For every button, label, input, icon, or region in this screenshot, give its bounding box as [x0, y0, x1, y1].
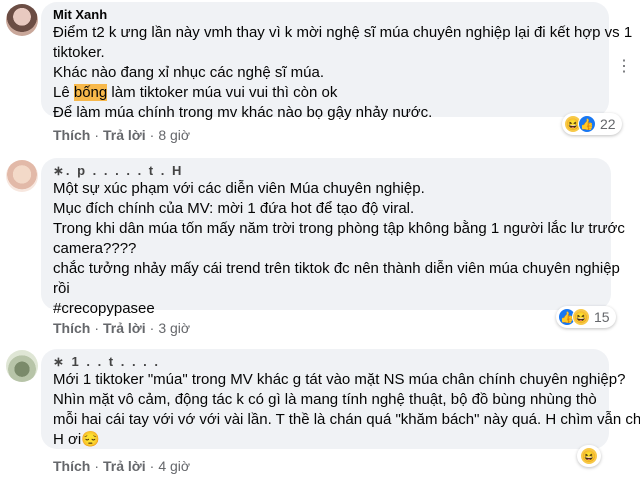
reaction-count: 15: [594, 309, 610, 325]
comment-line: Trong khi dân múa tốn mấy năm trời trong…: [53, 220, 625, 237]
comment-line: Nhìn mặt vô cảm, động tác k có gì là man…: [53, 391, 597, 408]
reply-link[interactable]: Trả lời: [103, 127, 146, 143]
comment-line: Một sự xúc phạm với các diễn viên Múa ch…: [53, 180, 425, 197]
comment-bubble: Mit Xanh Điểm t2 k ưng lần này vmh thay …: [41, 2, 632, 121]
reaction-count: 22: [600, 116, 616, 132]
reaction-summary[interactable]: 👍 😆 15: [556, 306, 616, 328]
like-link[interactable]: Thích: [53, 127, 90, 143]
like-reaction-icon: 👍: [578, 115, 596, 133]
comment-line: Mục đích chính của MV: mời 1 đứa hot để …: [53, 200, 415, 217]
hashtag-link[interactable]: #crecopypasee: [53, 299, 599, 319]
like-link[interactable]: Thích: [53, 458, 90, 474]
reaction-summary[interactable]: 😆: [577, 445, 601, 467]
comment-timestamp[interactable]: 4 giờ: [158, 458, 190, 474]
comment-line-with-highlight: Lê bống làm tiktoker múa vui vui thì còn…: [53, 83, 597, 103]
comment-line: Mới 1 tiktoker "múa" trong MV khác g tát…: [53, 371, 626, 388]
comment-timestamp[interactable]: 3 giờ: [158, 320, 190, 336]
comment-actions: Thích · Trả lời · 8 giờ: [53, 127, 191, 143]
comment-line: camera????: [53, 240, 137, 257]
comment-line: tiktoker.: [53, 44, 105, 61]
reply-link[interactable]: Trả lời: [103, 320, 146, 336]
comment-text: Một sự xúc phạm với các diễn viên Múa ch…: [53, 179, 625, 319]
comment-line: mỗi hai cái tay với vớ với vài lần. T th…: [53, 411, 640, 428]
avatar[interactable]: [6, 160, 38, 192]
text-segment: làm tiktoker múa vui vui thì còn ok: [107, 84, 338, 101]
comment-bubble: ∗ 1 . . t . . . . Mới 1 tiktoker "múa" t…: [41, 349, 640, 450]
haha-reaction-icon: 😆: [580, 447, 598, 465]
comment-line: Điểm t2 k ưng lần này vmh thay vì k mời …: [53, 24, 633, 41]
comment-line: H ơi😔: [53, 431, 100, 448]
reaction-summary[interactable]: 😆 👍 22: [562, 113, 622, 135]
comment-line: chắc tưởng nhảy mấy cái trend trên tikto…: [53, 260, 620, 277]
comment-author[interactable]: ∗. p . . . . . t . H: [53, 162, 599, 179]
comment-bubble: ∗. p . . . . . t . H Một sự xúc phạm với…: [41, 158, 625, 317]
comment-text: Mới 1 tiktoker "múa" trong MV khác g tát…: [53, 370, 640, 450]
comment-author[interactable]: Mit Xanh: [53, 6, 597, 23]
comment-text: Điểm t2 k ưng lần này vmh thay vì k mời …: [53, 23, 633, 123]
comment-actions: Thích · Trả lời · 4 giờ: [53, 458, 191, 474]
text-segment: Lê: [53, 84, 74, 101]
comment-line: Để làm múa chính trong mv khác nào bọ gậ…: [53, 104, 433, 121]
more-options-icon[interactable]: ⋮: [614, 56, 634, 76]
comment-actions: Thích · Trả lời · 3 giờ: [53, 320, 191, 336]
avatar[interactable]: [6, 4, 38, 36]
comment-author[interactable]: ∗ 1 . . t . . . .: [53, 353, 597, 370]
haha-reaction-icon: 😆: [572, 308, 590, 326]
reply-link[interactable]: Trả lời: [103, 458, 146, 474]
comment-timestamp[interactable]: 8 giờ: [158, 127, 190, 143]
comment-line: Khác nào đang xỉ nhục các nghệ sĩ múa.: [53, 64, 325, 81]
like-link[interactable]: Thích: [53, 320, 90, 336]
comment-line: rồi: [53, 280, 70, 297]
highlighted-word: bống: [73, 84, 108, 101]
avatar[interactable]: [6, 350, 38, 382]
